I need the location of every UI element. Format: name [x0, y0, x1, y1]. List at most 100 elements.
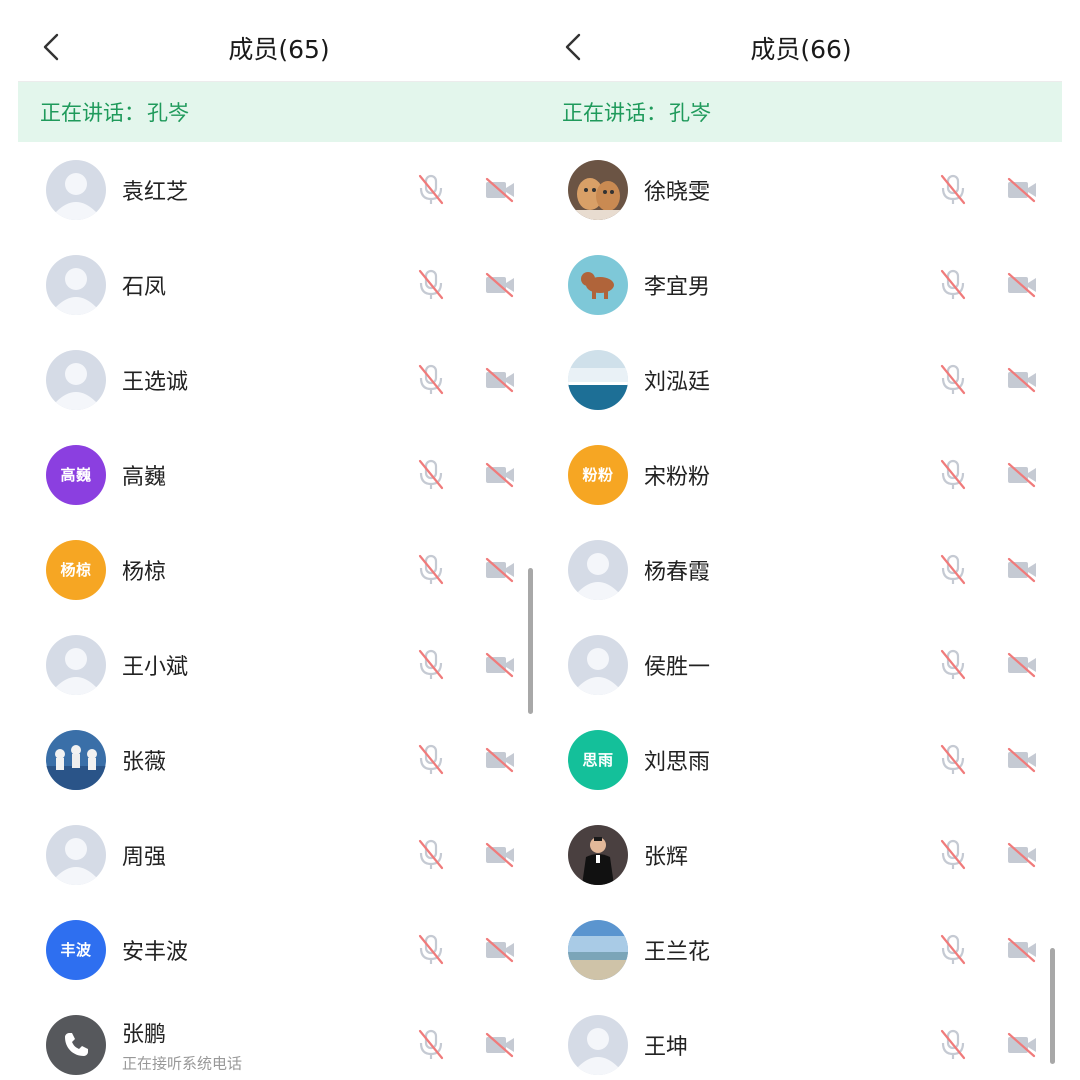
member-row[interactable]: 王小斌 [18, 617, 540, 712]
member-name: 杨春霞 [644, 559, 711, 585]
mic-muted-icon[interactable] [416, 553, 446, 587]
mic-muted-icon[interactable] [938, 1028, 968, 1062]
mic-muted-icon[interactable] [938, 838, 968, 872]
member-name: 刘思雨 [644, 749, 711, 775]
avatar[interactable] [568, 254, 628, 315]
mic-muted-icon[interactable] [416, 458, 446, 492]
header: 成员(66) [540, 0, 1062, 82]
camera-off-icon[interactable] [484, 651, 516, 679]
mic-muted-icon[interactable] [416, 268, 446, 302]
members-panel-right: 成员(66) 正在讲话： 孔岑 徐晓雯 李宜男 刘泓廷 粉粉 宋粉粉 杨春霞 侯胜一 思雨 刘思雨… [540, 0, 1062, 1080]
camera-off-icon[interactable] [1006, 271, 1038, 299]
avatar-photo [568, 349, 628, 410]
mic-muted-icon[interactable] [938, 933, 968, 967]
scrollbar[interactable] [528, 568, 533, 714]
avatar[interactable]: 思雨 [568, 729, 628, 790]
member-row[interactable]: 王兰花 [540, 902, 1062, 997]
avatar-photo [568, 254, 628, 315]
camera-off-icon[interactable] [1006, 461, 1038, 489]
member-row[interactable]: 刘泓廷 [540, 332, 1062, 427]
mic-muted-icon[interactable] [416, 838, 446, 872]
avatar[interactable] [46, 824, 106, 885]
avatar[interactable] [46, 254, 106, 315]
avatar[interactable] [46, 1014, 106, 1075]
avatar[interactable] [46, 349, 106, 410]
camera-off-icon[interactable] [1006, 1031, 1038, 1059]
member-info: 侯胜一 [644, 649, 710, 681]
camera-off-icon[interactable] [1006, 651, 1038, 679]
member-info: 李宜男 [644, 269, 710, 301]
camera-off-icon[interactable] [484, 271, 516, 299]
camera-off-icon[interactable] [484, 746, 516, 774]
member-row[interactable]: 王坤 [540, 997, 1062, 1080]
header: 成员(65) [18, 0, 540, 82]
camera-off-icon[interactable] [484, 176, 516, 204]
avatar[interactable] [568, 539, 628, 600]
avatar[interactable]: 丰波 [46, 919, 106, 980]
mic-muted-icon[interactable] [416, 173, 446, 207]
mic-muted-icon[interactable] [938, 458, 968, 492]
member-list[interactable]: 徐晓雯李宜男刘泓廷粉粉 宋粉粉杨春霞侯胜一思雨 刘思雨张辉 王兰花王坤 [540, 142, 1062, 1080]
mic-muted-icon[interactable] [416, 743, 446, 777]
member-row[interactable]: 侯胜一 [540, 617, 1062, 712]
camera-off-icon[interactable] [484, 556, 516, 584]
member-list[interactable]: 袁红芝 石凤 王选诚 高巍 高巍 杨椋 杨椋 王小斌 张薇周强丰波 安丰波张鹏 正在接听系统电话 [18, 142, 540, 1080]
member-row[interactable]: 张薇 [18, 712, 540, 807]
mic-muted-icon[interactable] [416, 1028, 446, 1062]
member-row[interactable]: 丰波 安丰波 [18, 902, 540, 997]
speaking-banner: 正在讲话： 孔岑 [18, 82, 540, 142]
member-info: 张鹏 正在接听系统电话 [122, 1016, 242, 1073]
member-row[interactable]: 袁红芝 [18, 142, 540, 237]
camera-off-icon[interactable] [1006, 746, 1038, 774]
camera-off-icon[interactable] [1006, 366, 1038, 394]
avatar[interactable]: 粉粉 [568, 444, 628, 505]
speaking-label: 正在讲话： [562, 101, 667, 125]
mic-muted-icon[interactable] [416, 648, 446, 682]
camera-off-icon[interactable] [484, 461, 516, 489]
member-row[interactable]: 张辉 [540, 807, 1062, 902]
mic-muted-icon[interactable] [938, 743, 968, 777]
mic-muted-icon[interactable] [938, 363, 968, 397]
member-row[interactable]: 张鹏 正在接听系统电话 [18, 997, 540, 1080]
member-row[interactable]: 石凤 [18, 237, 540, 332]
member-row[interactable]: 高巍 高巍 [18, 427, 540, 522]
mic-muted-icon[interactable] [938, 553, 968, 587]
mic-muted-icon[interactable] [938, 173, 968, 207]
avatar[interactable]: 高巍 [46, 444, 106, 505]
member-name: 王坤 [644, 1034, 689, 1060]
camera-off-icon[interactable] [484, 1031, 516, 1059]
avatar[interactable] [568, 1014, 628, 1075]
camera-off-icon[interactable] [1006, 556, 1038, 584]
camera-off-icon[interactable] [1006, 936, 1038, 964]
camera-off-icon[interactable] [484, 841, 516, 869]
avatar[interactable]: 杨椋 [46, 539, 106, 600]
member-row[interactable]: 杨椋 杨椋 [18, 522, 540, 617]
avatar[interactable] [568, 634, 628, 695]
avatar[interactable] [568, 159, 628, 220]
member-info: 刘泓廷 [644, 364, 710, 396]
avatar[interactable] [46, 634, 106, 695]
avatar[interactable] [568, 824, 628, 885]
member-row[interactable]: 杨春霞 [540, 522, 1062, 617]
camera-off-icon[interactable] [1006, 176, 1038, 204]
mic-muted-icon[interactable] [416, 933, 446, 967]
member-row[interactable]: 王选诚 [18, 332, 540, 427]
member-name: 周强 [122, 844, 167, 870]
avatar-text: 思雨 [582, 751, 614, 769]
camera-off-icon[interactable] [484, 366, 516, 394]
scrollbar[interactable] [1050, 948, 1055, 1064]
avatar[interactable] [568, 919, 628, 980]
camera-off-icon[interactable] [484, 936, 516, 964]
avatar[interactable] [46, 159, 106, 220]
camera-off-icon[interactable] [1006, 841, 1038, 869]
member-row[interactable]: 粉粉 宋粉粉 [540, 427, 1062, 522]
member-row[interactable]: 徐晓雯 [540, 142, 1062, 237]
member-row[interactable]: 李宜男 [540, 237, 1062, 332]
mic-muted-icon[interactable] [416, 363, 446, 397]
member-row[interactable]: 思雨 刘思雨 [540, 712, 1062, 807]
mic-muted-icon[interactable] [938, 268, 968, 302]
member-row[interactable]: 周强 [18, 807, 540, 902]
avatar[interactable] [568, 349, 628, 410]
avatar[interactable] [46, 729, 106, 790]
mic-muted-icon[interactable] [938, 648, 968, 682]
